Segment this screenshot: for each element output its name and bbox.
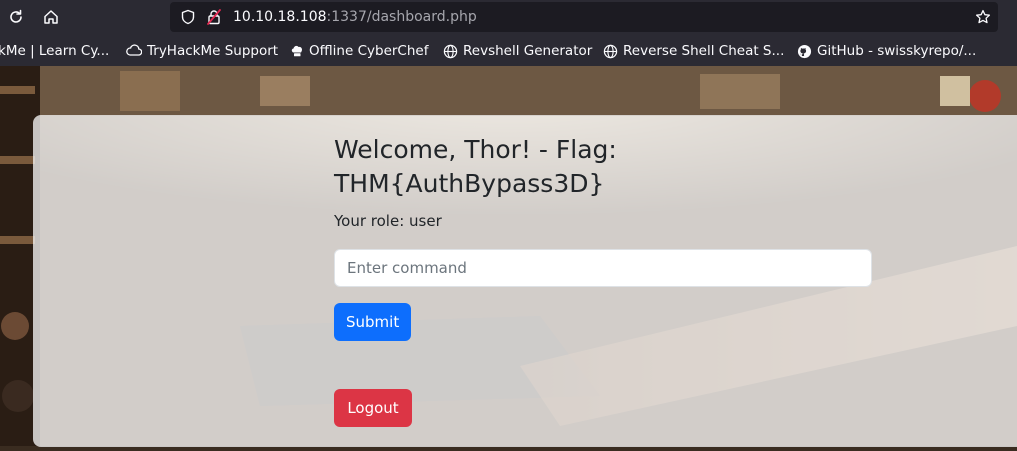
github-icon <box>797 44 812 59</box>
bookmark-label: kMe | Learn Cy... <box>0 43 110 59</box>
star-icon[interactable] <box>975 9 991 25</box>
logout-button[interactable]: Logout <box>334 389 412 427</box>
bookmark-tryhackme-support[interactable]: TryHackMe Support <box>126 42 278 60</box>
command-input[interactable] <box>334 249 872 287</box>
url-bar[interactable]: 10.10.18.108:1337/dashboard.php <box>170 2 998 32</box>
bookmark-cyberchef[interactable]: Offline CyberChef <box>290 42 428 60</box>
reload-icon <box>10 9 22 23</box>
bookmark-tryhackme[interactable]: kMe | Learn Cy... <box>0 42 109 60</box>
browser-window: 10.10.18.108:1337/dashboard.php kMe | Le… <box>0 0 1017 451</box>
url-text[interactable]: 10.10.18.108:1337/dashboard.php <box>233 9 477 25</box>
role-text: Your role: user <box>334 212 442 230</box>
bookmark-label: Revshell Generator <box>463 43 593 59</box>
bookmark-reverse-shell-cheat-sheet[interactable]: Reverse Shell Cheat S... <box>603 42 784 60</box>
shield-icon[interactable] <box>180 9 196 25</box>
globe-icon <box>603 44 618 59</box>
submit-button[interactable]: Submit <box>334 303 411 341</box>
reload-button[interactable] <box>3 4 29 30</box>
bookmark-github-swisskyrepo[interactable]: GitHub - swisskyrepo/... <box>797 42 976 60</box>
home-button[interactable] <box>38 4 64 30</box>
welcome-heading: Welcome, Thor! - Flag: THM{AuthBypass3D} <box>334 135 617 198</box>
url-host: 10.10.18.108 <box>233 9 327 25</box>
url-path: :1337/dashboard.php <box>326 9 477 25</box>
bookmark-label: Offline CyberChef <box>309 43 429 59</box>
cloud-icon <box>126 44 142 58</box>
bookmark-label: GitHub - swisskyrepo/... <box>817 43 977 59</box>
insecure-lock-icon[interactable] <box>206 9 222 25</box>
bookmark-label: Reverse Shell Cheat S... <box>623 43 785 59</box>
bookmark-revshell-generator[interactable]: Revshell Generator <box>443 42 592 60</box>
bookmark-label: TryHackMe Support <box>147 43 279 59</box>
bookmarks-toolbar: kMe | Learn Cy... TryHackMe Support Offl… <box>0 34 1017 66</box>
globe-icon <box>443 44 458 59</box>
browser-toolbar: 10.10.18.108:1337/dashboard.php <box>0 0 1017 34</box>
home-icon <box>44 10 58 24</box>
chef-hat-icon <box>290 44 304 58</box>
